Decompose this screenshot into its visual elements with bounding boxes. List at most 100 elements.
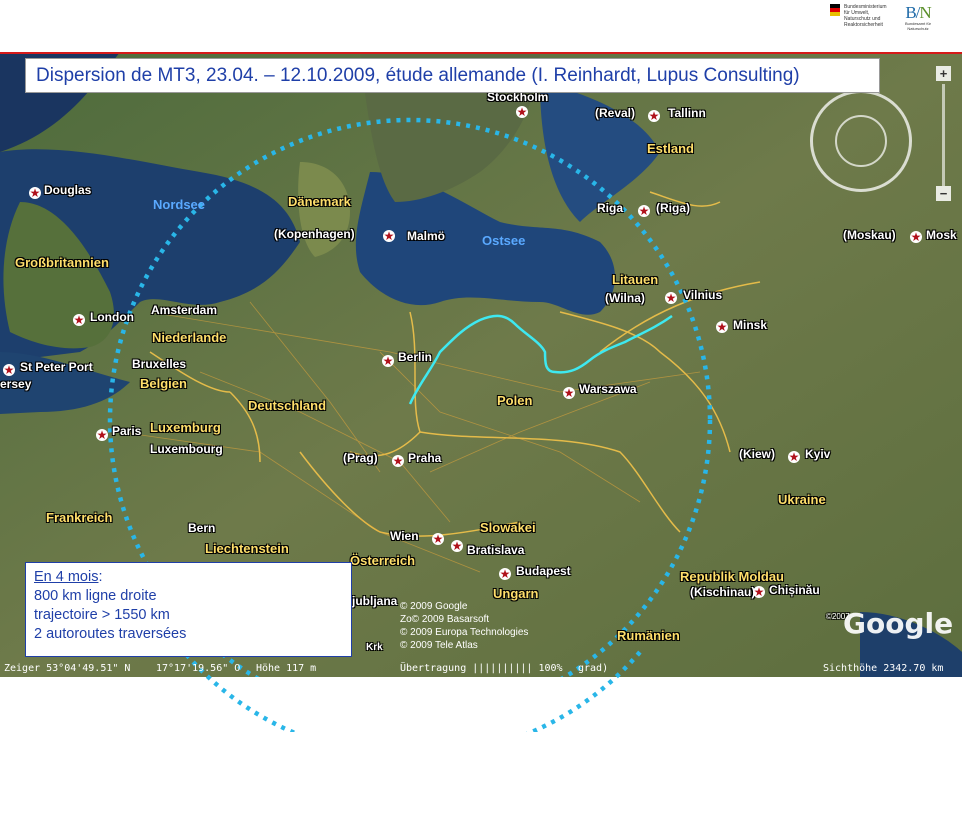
city-label: Wien <box>390 529 419 543</box>
city-label: ersey <box>0 377 32 391</box>
city-label: (Riga) <box>656 201 690 215</box>
city-label: Minsk <box>733 318 768 332</box>
city-label: (Moskau) <box>843 228 896 242</box>
sea-label: Nordsee <box>153 197 206 212</box>
star-icon: ★ <box>648 109 660 123</box>
country-label: Slowakei <box>480 520 536 535</box>
streaming-status: Übertragung |||||||||| 100% <box>400 663 563 674</box>
country-label: Dänemark <box>288 194 351 209</box>
city-label: Praha <box>408 451 442 465</box>
city-label: Mosk <box>926 228 957 242</box>
country-label: Frankreich <box>46 510 113 525</box>
star-icon: ★ <box>392 454 404 468</box>
country-label: Republik Moldau <box>680 569 784 584</box>
city-label: Douglas <box>44 183 92 197</box>
map-copyright: © 2009 Google Zo© 2009 Basarsoft © 2009 … <box>400 601 529 651</box>
star-icon: ★ <box>910 230 922 244</box>
info-box: En 4 mois: 800 km ligne droite trajectoi… <box>25 562 352 657</box>
grad-label: grad) <box>578 663 609 674</box>
info-line: trajectoire > 1550 km <box>34 607 170 623</box>
logos: Bundesministerium für Umwelt, Naturschut… <box>830 4 934 31</box>
city-label: Budapest <box>516 564 571 578</box>
star-icon: ★ <box>432 532 444 546</box>
city-label: Kyiv <box>805 447 831 461</box>
city-label: Amsterdam <box>151 303 218 317</box>
city-label: Paris <box>112 424 142 438</box>
country-label: Ungarn <box>493 586 539 601</box>
zoom-out-button[interactable]: − <box>936 186 951 201</box>
star-icon: ★ <box>716 320 728 334</box>
star-icon: ★ <box>73 313 85 327</box>
star-icon: ★ <box>788 450 800 464</box>
country-label: Großbritannien <box>15 255 109 270</box>
info-heading-colon: : <box>98 569 103 585</box>
country-label: Estland <box>647 141 694 156</box>
navigation-control[interactable] <box>810 90 912 192</box>
country-label: Luxemburg <box>150 420 221 435</box>
bfn-logo: B/N Bundesamt für Naturschutz <box>902 4 934 31</box>
country-label: Rumänien <box>617 628 680 643</box>
city-label: (Kopenhagen) <box>274 227 355 241</box>
title-box: Dispersion de MT3, 23.04. – 12.10.2009, … <box>25 58 880 93</box>
zoom-track[interactable] <box>942 84 945 186</box>
city-label: (Reval) <box>595 106 636 120</box>
city-label: Bern <box>188 521 216 535</box>
star-icon: ★ <box>382 354 394 368</box>
country-label: Liechtenstein <box>205 541 289 556</box>
info-heading-line: En 4 mois: <box>34 568 343 587</box>
star-icon: ★ <box>383 229 395 243</box>
german-flag-icon <box>830 4 840 18</box>
pointer-longitude: 17°17'19.56" O <box>156 663 241 674</box>
star-icon: ★ <box>96 428 108 442</box>
zoom-slider[interactable]: + − <box>936 66 953 206</box>
info-heading: En 4 mois <box>34 569 99 585</box>
sea-label: Ostsee <box>482 233 526 248</box>
city-label: (Kiew) <box>739 447 775 461</box>
pointer-height: Höhe 117 m <box>256 663 317 674</box>
city-label: Chișinău <box>769 583 820 597</box>
city-label: Tallinn <box>668 106 706 120</box>
info-line: 800 km ligne droite <box>34 588 157 604</box>
city-label: Warszawa <box>579 382 637 396</box>
bfn-logo-mark: B/N <box>905 3 931 22</box>
bfn-logo-text: Bundesamt für Naturschutz <box>904 21 931 31</box>
city-label: (Wilna) <box>605 291 645 305</box>
header: Bundesministerium für Umwelt, Naturschut… <box>0 0 962 52</box>
star-icon: ★ <box>665 291 677 305</box>
city-label: St Peter Port <box>20 360 93 374</box>
city-label: Malmö <box>407 229 446 243</box>
zoom-in-button[interactable]: + <box>936 66 951 81</box>
bfn-mark-n: N <box>919 3 931 22</box>
bmu-logo-text: Bundesministerium für Umwelt, Naturschut… <box>844 4 887 28</box>
city-label: Krk <box>366 642 383 653</box>
city-label: Vilnius <box>683 288 723 302</box>
bfn-mark-b: B <box>905 3 916 22</box>
city-label: Luxembourg <box>150 442 223 456</box>
city-label: Bratislava <box>467 543 525 557</box>
country-label: Litauen <box>612 272 659 287</box>
country-label: Belgien <box>140 376 187 391</box>
star-icon: ★ <box>753 585 765 599</box>
city-label: jubljana <box>352 594 398 608</box>
pointer-coordinates: Zeiger 53°04'49.51" N <box>4 663 131 674</box>
status-bar: Zeiger 53°04'49.51" N 17°17'19.56" O Höh… <box>0 662 962 677</box>
city-label: (Prag) <box>343 451 378 465</box>
bmu-logo: Bundesministerium für Umwelt, Naturschut… <box>830 4 888 28</box>
star-icon: ★ <box>516 105 528 119</box>
slide-title: Dispersion de MT3, 23.04. – 12.10.2009, … <box>36 65 800 86</box>
look-control[interactable] <box>835 115 887 167</box>
city-label: Berlin <box>398 350 433 364</box>
city-label: Riga <box>597 201 624 215</box>
info-line: 2 autoroutes traversées <box>34 626 187 642</box>
city-label: London <box>90 310 134 324</box>
star-icon: ★ <box>3 363 15 377</box>
country-label: Niederlande <box>152 330 227 345</box>
google-logo: Google <box>843 607 954 640</box>
star-icon: ★ <box>563 386 575 400</box>
country-label: Polen <box>497 393 533 408</box>
country-label: Österreich <box>350 553 416 568</box>
star-icon: ★ <box>638 204 650 218</box>
country-label: Ukraine <box>778 492 826 507</box>
eye-altitude: Sichthöhe 2342.70 km <box>823 663 944 674</box>
city-label: Bruxelles <box>132 357 187 371</box>
